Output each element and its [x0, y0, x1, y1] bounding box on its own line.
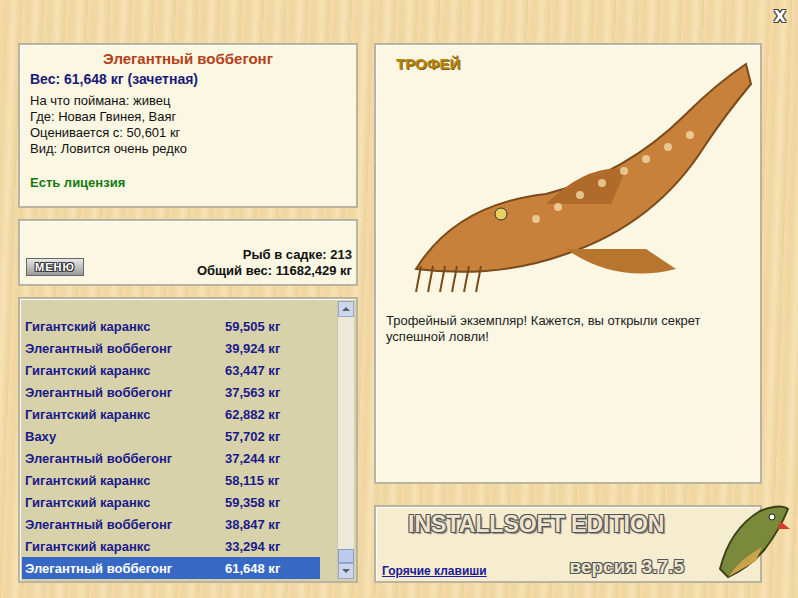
catch-name: Гигантский каранкс — [25, 539, 225, 554]
catch-row[interactable]: Гигантский каранкс59,505 кг — [22, 315, 320, 337]
catch-weight: 38,847 кг — [225, 517, 320, 532]
stats-panel: МЕНЮ Рыб в садке: 213Общий вес: 11682,429… — [18, 219, 358, 286]
catch-name: Элегантный воббегонг — [25, 385, 225, 400]
catch-weight: 33,294 кг — [225, 539, 320, 554]
catch-row[interactable]: Гигантский каранкс33,294 кг — [22, 535, 320, 557]
trophy-badge: ТРОФЕЙ — [396, 55, 460, 72]
catch-name: Ваху — [25, 429, 225, 444]
right-column: ТРОФЕЙ Трофейный экземпляр! Кажется, вы о… — [374, 43, 762, 583]
fish-detail: На что поймана: живец — [30, 93, 346, 109]
game-window: XЭлегантный воббегонгВес: 61,648 кг (зач… — [0, 0, 798, 598]
hotkeys-link[interactable]: Горячие клавиши — [382, 564, 487, 578]
catch-row[interactable]: Ваху57,702 кг — [22, 425, 320, 447]
menu-button[interactable]: МЕНЮ — [26, 258, 84, 276]
main-area: Элегантный воббегонгВес: 61,648 кг (заче… — [0, 43, 798, 583]
catch-weight: 61,648 кг — [225, 561, 320, 576]
catch-name: Гигантский каранкс — [25, 495, 225, 510]
arrow-up-icon — [342, 307, 350, 311]
fish-detail: Вид: Ловится очень редко — [30, 141, 346, 157]
scroll-track[interactable] — [338, 317, 354, 563]
catch-name: Элегантный воббегонг — [25, 561, 225, 576]
catch-weight: 57,702 кг — [225, 429, 320, 444]
catch-list: Гигантский каранкс59,505 кгЭлегантный во… — [18, 297, 358, 583]
scroll-thumb[interactable] — [338, 549, 354, 563]
catch-name: Гигантский каранкс — [25, 407, 225, 422]
license-status: Есть лицензия — [30, 175, 346, 190]
close-button[interactable]: X — [770, 6, 790, 26]
catch-row[interactable]: Элегантный воббегонг37,244 кг — [22, 447, 320, 469]
catch-stats: Рыб в садке: 213Общий вес: 11682,429 кг — [197, 247, 352, 279]
catch-weight: 58,115 кг — [225, 473, 320, 488]
stat-line: Общий вес: 11682,429 кг — [197, 263, 352, 279]
catch-name: Элегантный воббегонг — [25, 517, 225, 532]
fish-weight: Вес: 61,648 кг (зачетная) — [30, 69, 346, 89]
version-label: версия 3.7.5 — [570, 556, 684, 578]
catch-weight: 62,882 кг — [225, 407, 320, 422]
fish-picture: ТРОФЕЙ — [384, 49, 756, 299]
catch-weight: 39,924 кг — [225, 341, 320, 356]
wobbegong-icon — [396, 54, 756, 294]
catch-row[interactable]: Гигантский каранкс58,115 кг — [22, 469, 320, 491]
edition-label: INSTALLSOFT EDITION — [382, 511, 754, 538]
scroll-up-button[interactable] — [338, 301, 354, 317]
catch-row[interactable]: Гигантский каранкс59,358 кг — [22, 491, 320, 513]
footer-panel: INSTALLSOFT EDITION Горячие клавиши версия… — [374, 505, 762, 583]
catch-row[interactable]: Элегантный воббегонг37,563 кг — [22, 381, 320, 403]
fish-detail: Оценивается с: 50,601 кг — [30, 125, 346, 141]
scrollbar[interactable] — [337, 301, 354, 579]
catch-weight: 37,244 кг — [225, 451, 320, 466]
catch-weight: 59,505 кг — [225, 319, 320, 334]
catch-row[interactable]: Элегантный воббегонг38,847 кг — [22, 513, 320, 535]
trophy-panel: ТРОФЕЙ Трофейный экземпляр! Кажется, вы о… — [374, 43, 762, 484]
catch-row[interactable]: Элегантный воббегонг61,648 кг — [22, 557, 320, 579]
catch-weight: 63,447 кг — [225, 363, 320, 378]
pike-logo-icon — [710, 499, 794, 583]
catch-row[interactable]: Элегантный воббегонг39,924 кг — [22, 337, 320, 359]
catch-name: Гигантский каранкс — [25, 319, 225, 334]
left-column: Элегантный воббегонгВес: 61,648 кг (заче… — [18, 43, 358, 583]
catch-weight: 37,563 кг — [225, 385, 320, 400]
catch-name: Элегантный воббегонг — [25, 341, 225, 356]
trophy-message: Трофейный экземпляр! Кажется, вы открыли… — [376, 299, 760, 359]
catch-row[interactable]: Гигантский каранкс62,882 кг — [22, 403, 320, 425]
scroll-down-button[interactable] — [338, 563, 354, 579]
top-bar: X — [0, 0, 798, 43]
catch-name: Гигантский каранкс — [25, 473, 225, 488]
stat-line: Рыб в садке: 213 — [197, 247, 352, 263]
fish-detail: Где: Новая Гвинея, Ваяг — [30, 109, 346, 125]
catch-name: Гигантский каранкс — [25, 363, 225, 378]
catch-row[interactable]: Гигантский каранкс63,447 кг — [22, 359, 320, 381]
catch-weight: 59,358 кг — [225, 495, 320, 510]
catch-name: Элегантный воббегонг — [25, 451, 225, 466]
arrow-down-icon — [342, 569, 350, 573]
fish-info-panel: Элегантный воббегонгВес: 61,648 кг (заче… — [18, 43, 358, 208]
fish-name: Элегантный воббегонг — [30, 49, 346, 69]
